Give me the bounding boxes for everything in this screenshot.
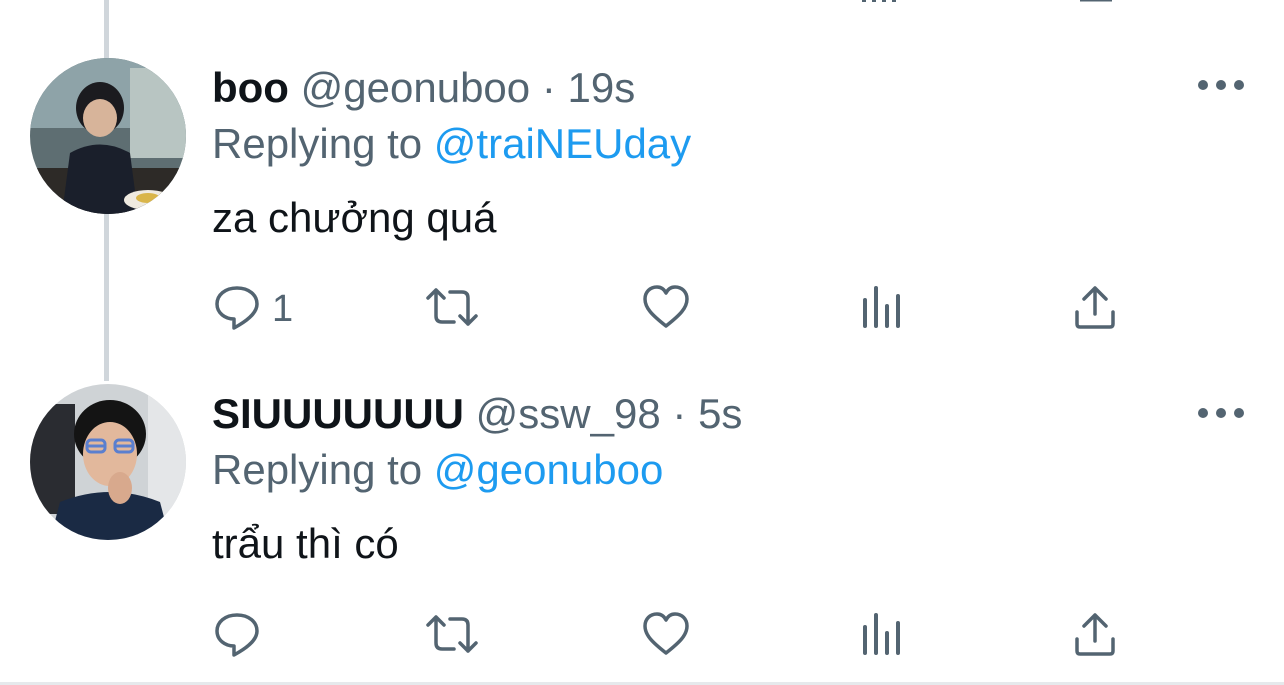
analytics-button[interactable] <box>860 611 904 661</box>
action-bar <box>0 611 1284 661</box>
analytics-icon <box>860 611 904 662</box>
tweet-header: boo @geonuboo · 19s <box>212 62 635 114</box>
share-button[interactable] <box>1072 611 1118 661</box>
reply-icon <box>214 611 260 662</box>
user-handle[interactable]: @ssw_98 <box>476 390 661 437</box>
user-handle[interactable]: @geonuboo <box>301 64 531 111</box>
like-button[interactable] <box>642 611 690 661</box>
replying-label: Replying to <box>212 446 423 493</box>
share-icon[interactable] <box>1076 0 1116 11</box>
analytics-icon <box>860 284 904 335</box>
more-icon[interactable] <box>1198 403 1244 423</box>
like-button[interactable] <box>642 284 690 334</box>
action-bar: 1 <box>0 284 1284 334</box>
replying-to: Replying to @geonuboo <box>212 444 663 496</box>
share-icon <box>1072 611 1118 662</box>
like-icon <box>642 611 690 662</box>
display-name[interactable]: boo <box>212 64 289 111</box>
retweet-icon <box>424 284 480 335</box>
tweet-text: trẩu thì có <box>212 520 399 567</box>
avatar[interactable] <box>30 384 186 540</box>
replying-to: Replying to @traiNEUday <box>212 118 691 170</box>
tweet-text: za chưởng quá <box>212 194 497 241</box>
replying-label: Replying to <box>212 120 423 167</box>
retweet-button[interactable] <box>424 284 480 334</box>
reply-icon[interactable] <box>222 0 262 11</box>
mention-link[interactable]: @geonuboo <box>434 446 664 493</box>
analytics-icon[interactable] <box>860 0 904 11</box>
previous-tweet-actions <box>0 0 1284 6</box>
reply-button[interactable] <box>214 611 272 661</box>
more-icon[interactable] <box>1198 75 1244 95</box>
reply-icon <box>214 284 260 335</box>
timestamp[interactable]: 5s <box>698 390 742 437</box>
avatar[interactable] <box>30 58 186 214</box>
display-name[interactable]: SIUUUUUUU <box>212 390 464 437</box>
share-button[interactable] <box>1072 284 1118 334</box>
mention-link[interactable]: @traiNEUday <box>434 120 691 167</box>
analytics-button[interactable] <box>860 284 904 334</box>
reply-count: 1 <box>272 287 294 330</box>
retweet-button[interactable] <box>424 611 480 661</box>
separator: · <box>672 390 687 437</box>
separator: · <box>541 64 556 111</box>
like-icon <box>642 284 690 335</box>
timestamp[interactable]: 19s <box>568 64 636 111</box>
tweet-header: SIUUUUUUU @ssw_98 · 5s <box>212 388 742 440</box>
like-icon[interactable] <box>650 0 690 11</box>
retweet-icon[interactable] <box>436 0 476 11</box>
reply-button[interactable]: 1 <box>214 284 293 334</box>
share-icon <box>1072 284 1118 335</box>
retweet-icon <box>424 611 480 662</box>
